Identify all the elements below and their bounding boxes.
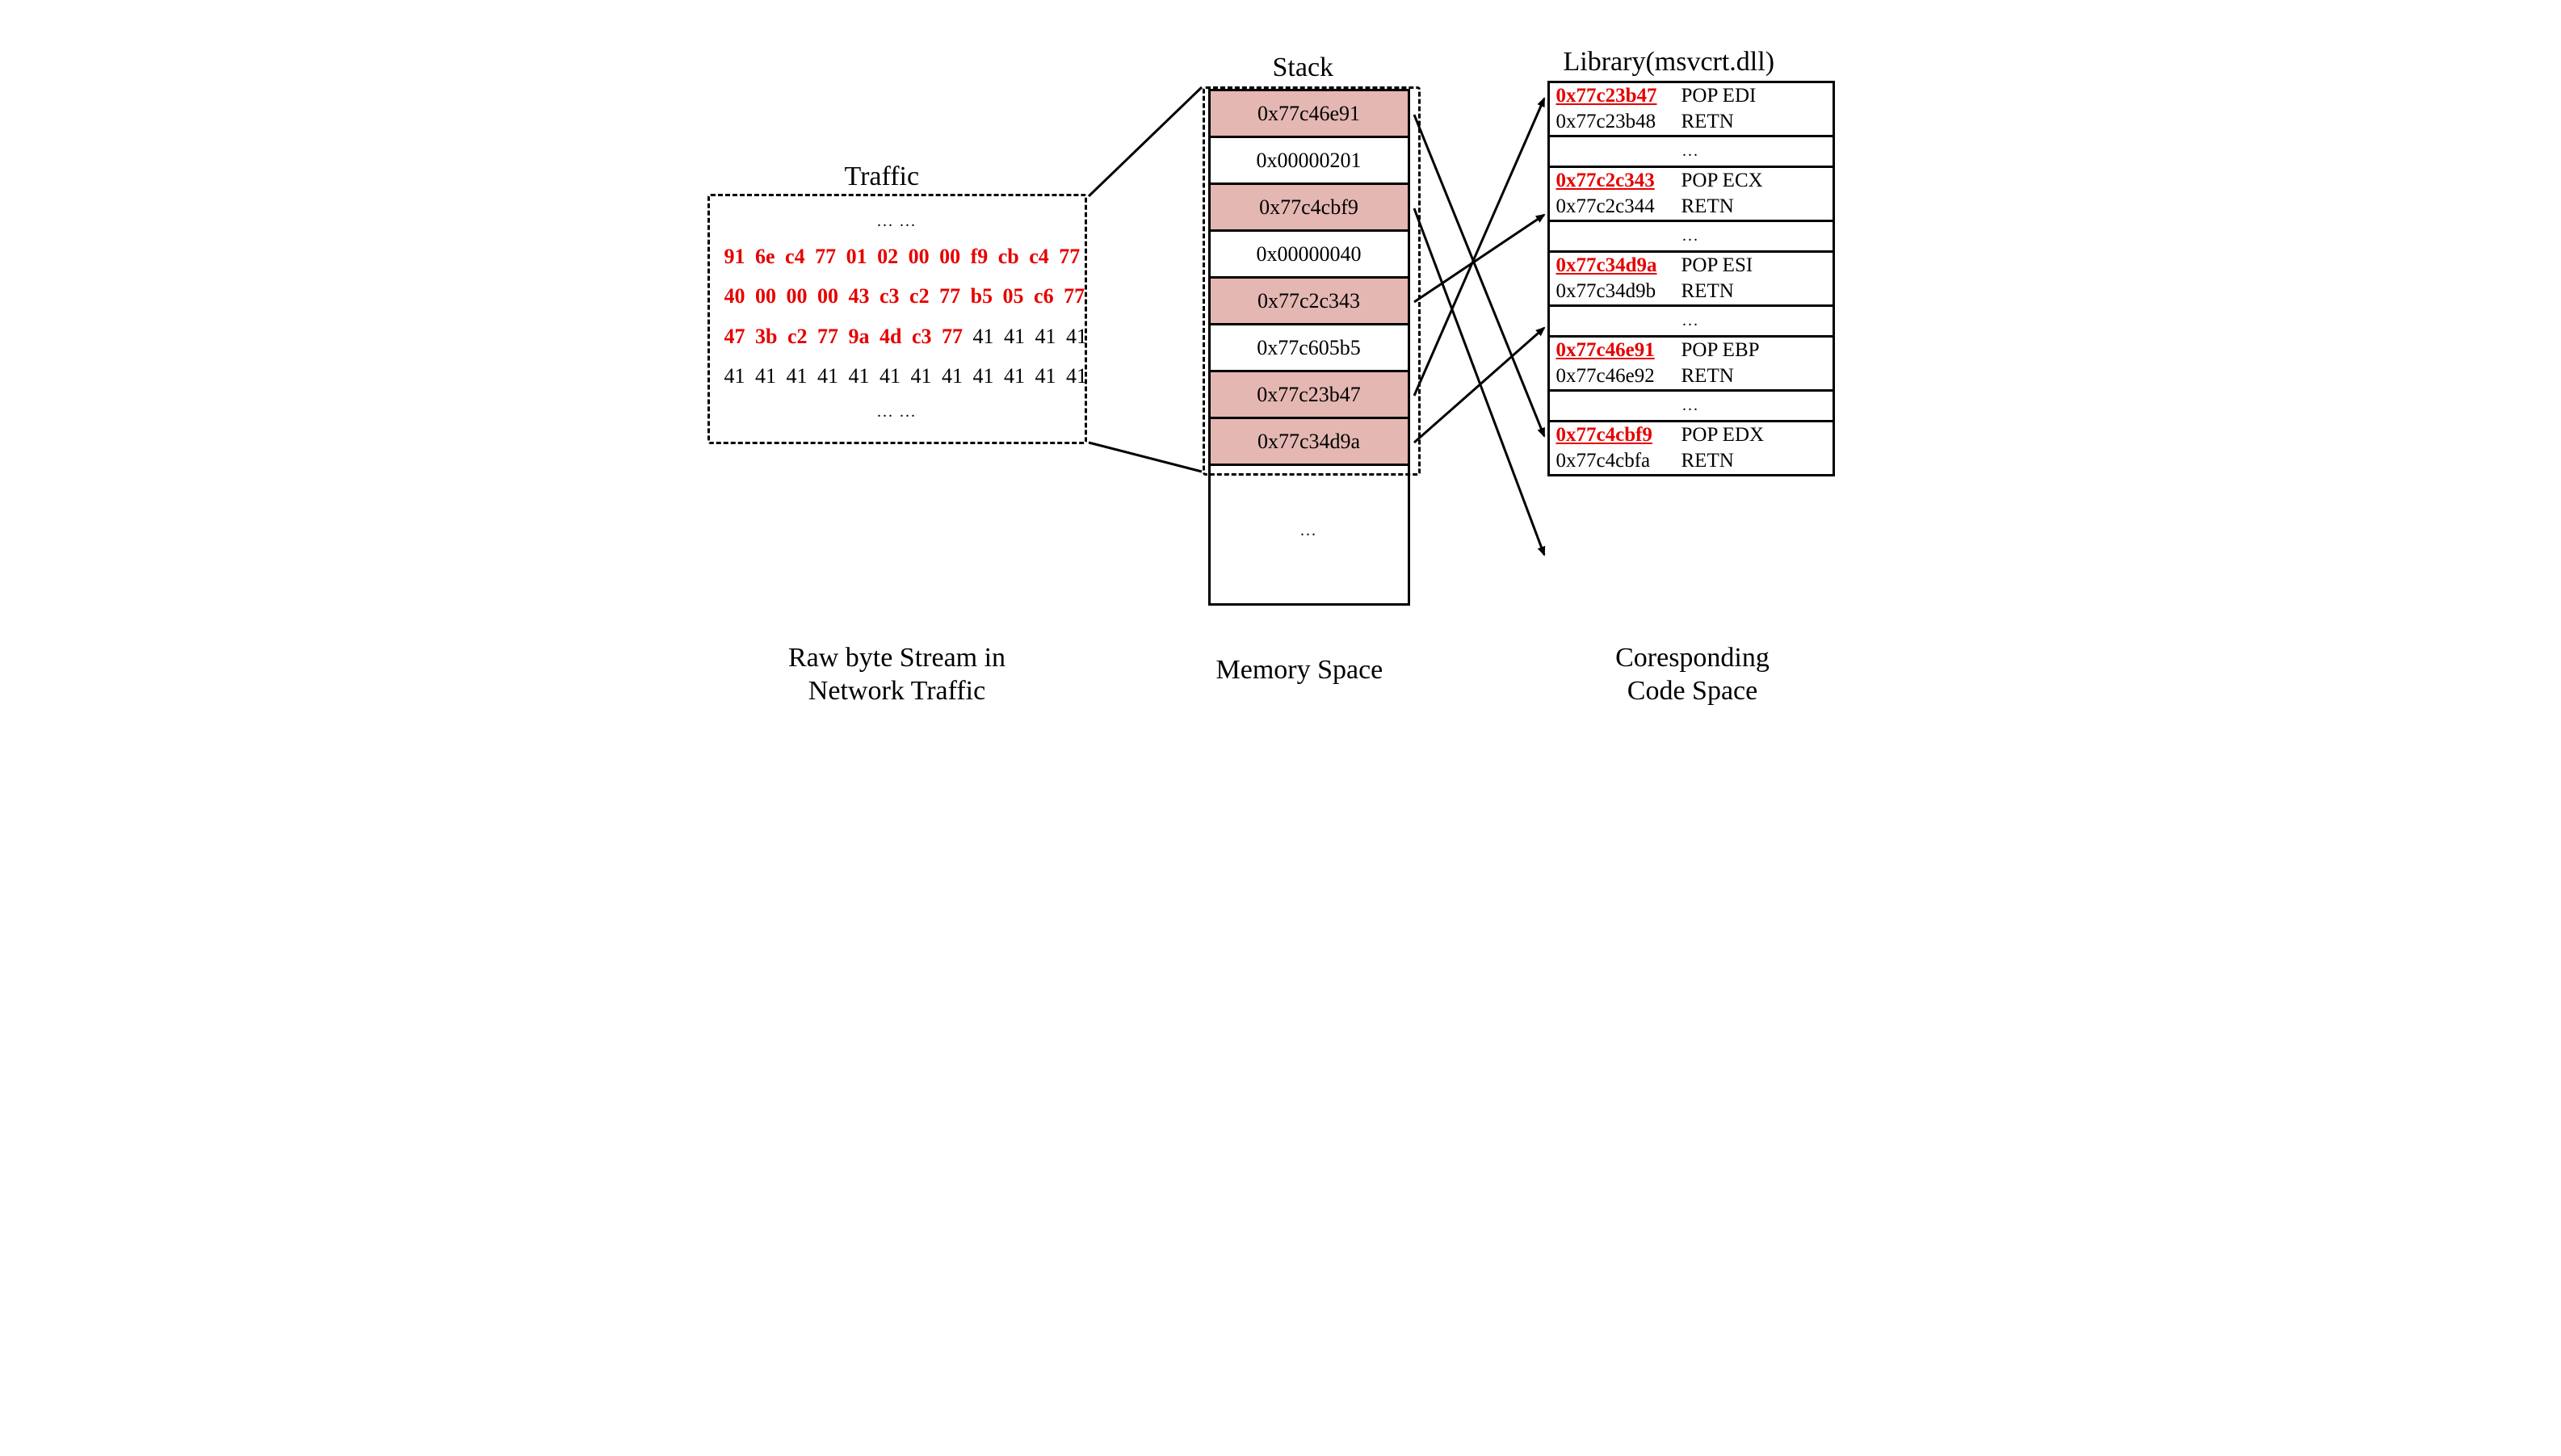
stack-dots: ... bbox=[1211, 466, 1408, 595]
library-dots: ... bbox=[1550, 222, 1833, 253]
traffic-box: ... ... 91 6e c4 77 01 02 00 00 f9 cb c4… bbox=[707, 194, 1087, 444]
library-row: 0x77c34d9bRETN bbox=[1550, 279, 1833, 304]
library-row: 0x77c2c344RETN bbox=[1550, 194, 1833, 220]
library-row: 0x77c46e91POP EBP bbox=[1550, 338, 1833, 363]
library-instr: POP EDI bbox=[1681, 85, 1826, 107]
stack-cell: 0x00000040 bbox=[1211, 232, 1408, 279]
library-row: 0x77c4cbfaRETN bbox=[1550, 448, 1833, 474]
library-addr: 0x77c46e91 bbox=[1556, 339, 1681, 362]
library-gadget-block: 0x77c4cbf9POP EDX0x77c4cbfaRETN bbox=[1550, 422, 1833, 474]
stack-cell: 0x77c46e91 bbox=[1211, 91, 1408, 138]
library-row: 0x77c23b47POP EDI bbox=[1550, 83, 1833, 109]
library-column: 0x77c23b47POP EDI0x77c23b48RETN...0x77c2… bbox=[1547, 81, 1835, 476]
library-gadget-block: 0x77c23b47POP EDI0x77c23b48RETN bbox=[1550, 83, 1833, 137]
library-instr: POP EBP bbox=[1681, 339, 1826, 362]
library-gadget-block: 0x77c34d9aPOP ESI0x77c34d9bRETN bbox=[1550, 253, 1833, 307]
library-addr: 0x77c2c343 bbox=[1556, 170, 1681, 192]
library-gadget-block: 0x77c46e91POP EBP0x77c46e92RETN bbox=[1550, 338, 1833, 392]
library-row: 0x77c2c343POP ECX bbox=[1550, 168, 1833, 194]
library-instr: RETN bbox=[1681, 111, 1826, 133]
library-title: Library(msvcrt.dll) bbox=[1564, 47, 1775, 78]
stack-cell: 0x00000201 bbox=[1211, 138, 1408, 185]
library-dots: ... bbox=[1550, 137, 1833, 168]
library-dots: ... bbox=[1550, 307, 1833, 338]
library-addr: 0x77c34d9b bbox=[1556, 280, 1681, 303]
stack-cell: 0x77c4cbf9 bbox=[1211, 185, 1408, 232]
library-instr: RETN bbox=[1681, 365, 1826, 388]
traffic-line-2: 40 00 00 00 43 c3 c2 77 b5 05 c6 77 bbox=[724, 276, 1070, 316]
library-instr: POP ECX bbox=[1681, 170, 1826, 192]
caption-mid: Memory Space bbox=[1216, 654, 1383, 687]
library-instr: POP ESI bbox=[1681, 254, 1826, 277]
stack-column: 0x77c46e910x000002010x77c4cbf90x00000040… bbox=[1208, 89, 1410, 606]
traffic-line-3: 47 3b c2 77 9a 4d c3 77 41 41 41 41 bbox=[724, 317, 1070, 356]
library-row: 0x77c23b48RETN bbox=[1550, 109, 1833, 135]
caption-left: Raw byte Stream inNetwork Traffic bbox=[760, 642, 1035, 708]
stack-cell: 0x77c605b5 bbox=[1211, 325, 1408, 372]
stack-outer-box: 0x77c46e910x000002010x77c4cbf90x00000040… bbox=[1208, 89, 1410, 606]
library-gadget-block: 0x77c2c343POP ECX0x77c2c344RETN bbox=[1550, 168, 1833, 222]
stack-cell: 0x77c23b47 bbox=[1211, 372, 1408, 419]
traffic-title: Traffic bbox=[845, 162, 920, 192]
library-addr: 0x77c34d9a bbox=[1556, 254, 1681, 277]
library-instr: POP EDX bbox=[1681, 424, 1826, 447]
traffic-dots-top: ... ... bbox=[724, 206, 1070, 237]
traffic-line-1: 91 6e c4 77 01 02 00 00 f9 cb c4 77 bbox=[724, 237, 1070, 276]
library-addr: 0x77c23b47 bbox=[1556, 85, 1681, 107]
library-addr: 0x77c2c344 bbox=[1556, 195, 1681, 218]
library-instr: RETN bbox=[1681, 450, 1826, 472]
caption-right: CorespondingCode Space bbox=[1588, 642, 1798, 708]
library-instr: RETN bbox=[1681, 280, 1826, 303]
library-row: 0x77c34d9aPOP ESI bbox=[1550, 253, 1833, 279]
library-addr: 0x77c46e92 bbox=[1556, 365, 1681, 388]
library-addr: 0x77c4cbf9 bbox=[1556, 424, 1681, 447]
library-row: 0x77c4cbf9POP EDX bbox=[1550, 422, 1833, 448]
library-addr: 0x77c4cbfa bbox=[1556, 450, 1681, 472]
traffic-dots-bottom: ... ... bbox=[724, 397, 1070, 427]
library-instr: RETN bbox=[1681, 195, 1826, 218]
library-dots: ... bbox=[1550, 392, 1833, 422]
library-row: 0x77c46e92RETN bbox=[1550, 363, 1833, 389]
stack-title: Stack bbox=[1273, 52, 1334, 83]
traffic-line-4: 41 41 41 41 41 41 41 41 41 41 41 41 bbox=[724, 356, 1070, 396]
stack-cell: 0x77c2c343 bbox=[1211, 279, 1408, 325]
diagram-canvas: Traffic Stack Library(msvcrt.dll) ... ..… bbox=[691, 32, 1870, 735]
library-addr: 0x77c23b48 bbox=[1556, 111, 1681, 133]
stack-cell: 0x77c34d9a bbox=[1211, 419, 1408, 466]
